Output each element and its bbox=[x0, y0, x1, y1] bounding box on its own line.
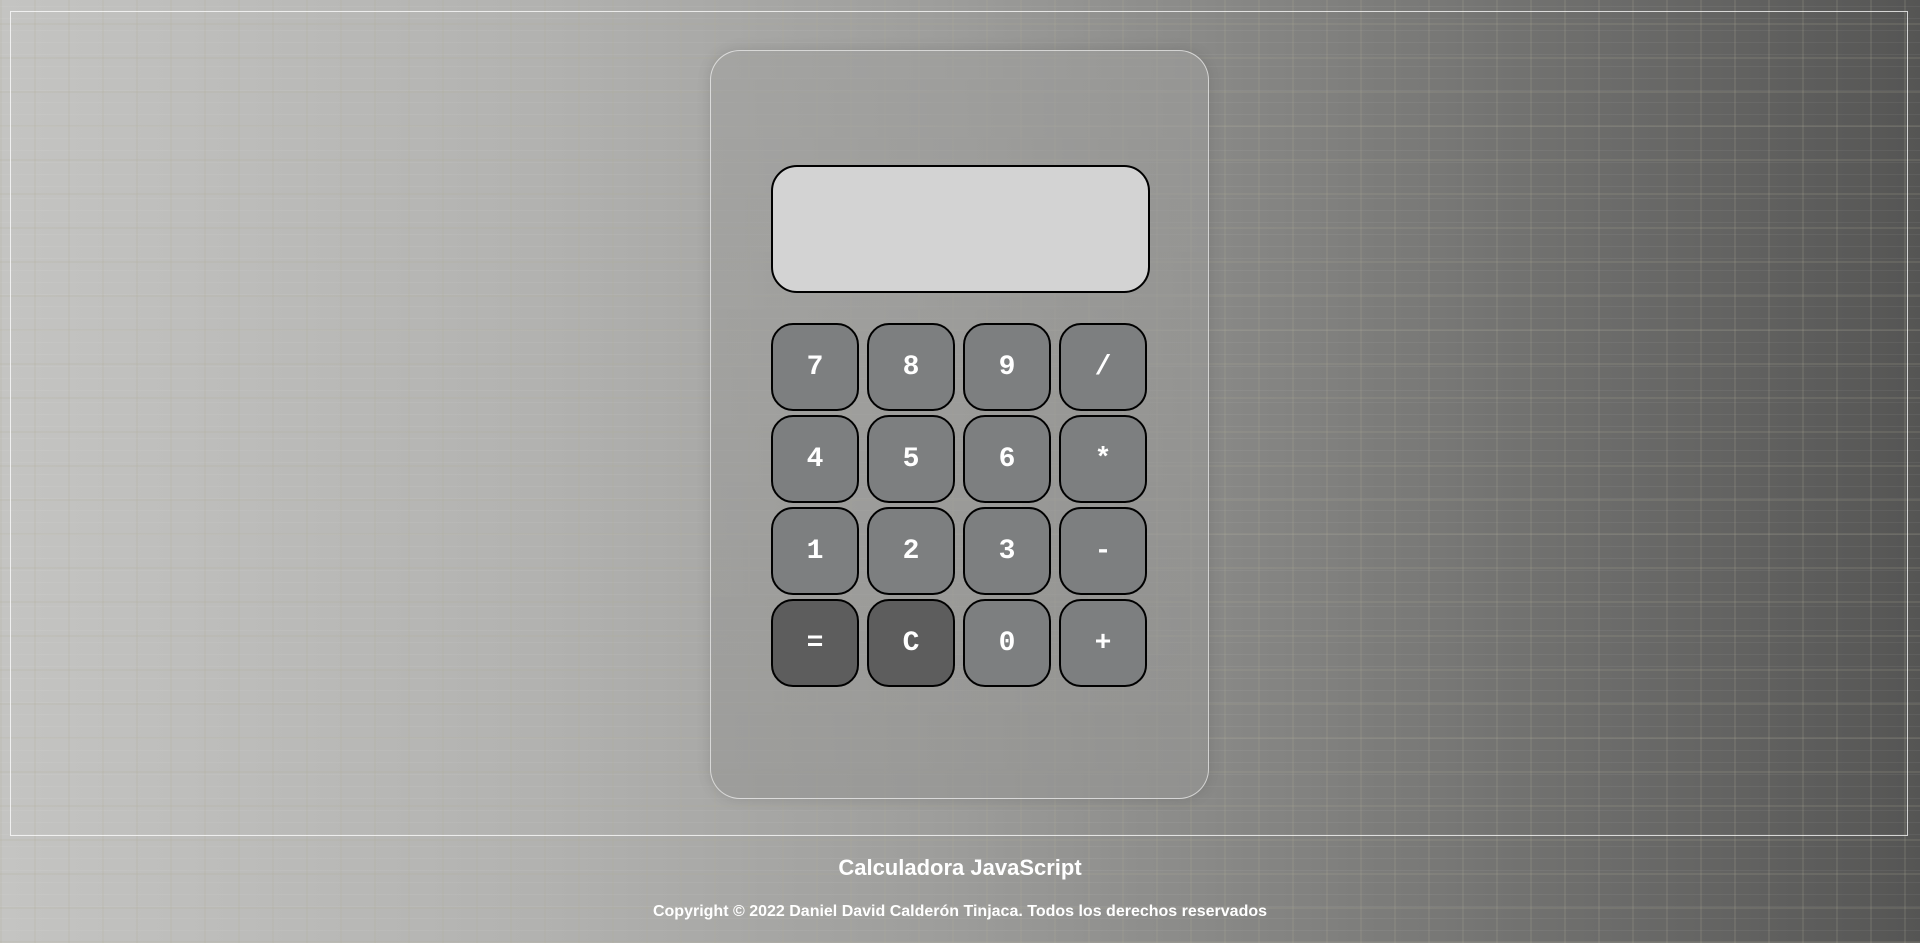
keypad: 7 8 9 / 4 5 6 * 1 2 3 - = C 0 + bbox=[771, 323, 1147, 687]
key-6[interactable]: 6 bbox=[963, 415, 1051, 503]
key-8[interactable]: 8 bbox=[867, 323, 955, 411]
key-add[interactable]: + bbox=[1059, 599, 1147, 687]
key-equals[interactable]: = bbox=[771, 599, 859, 687]
key-multiply[interactable]: * bbox=[1059, 415, 1147, 503]
footer-title: Calculadora JavaScript bbox=[838, 855, 1082, 880]
key-9[interactable]: 9 bbox=[963, 323, 1051, 411]
key-3[interactable]: 3 bbox=[963, 507, 1051, 595]
key-clear[interactable]: C bbox=[867, 599, 955, 687]
calculator-body: 7 8 9 / 4 5 6 * 1 2 3 - = C 0 + bbox=[710, 50, 1209, 799]
footer-copyright: Copyright © 2022 Daniel David Calderón T… bbox=[652, 903, 1268, 920]
key-2[interactable]: 2 bbox=[867, 507, 955, 595]
key-1[interactable]: 1 bbox=[771, 507, 859, 595]
key-4[interactable]: 4 bbox=[771, 415, 859, 503]
key-0[interactable]: 0 bbox=[963, 599, 1051, 687]
calculator-display bbox=[771, 165, 1150, 293]
key-5[interactable]: 5 bbox=[867, 415, 955, 503]
key-7[interactable]: 7 bbox=[771, 323, 859, 411]
key-divide[interactable]: / bbox=[1059, 323, 1147, 411]
key-subtract[interactable]: - bbox=[1059, 507, 1147, 595]
